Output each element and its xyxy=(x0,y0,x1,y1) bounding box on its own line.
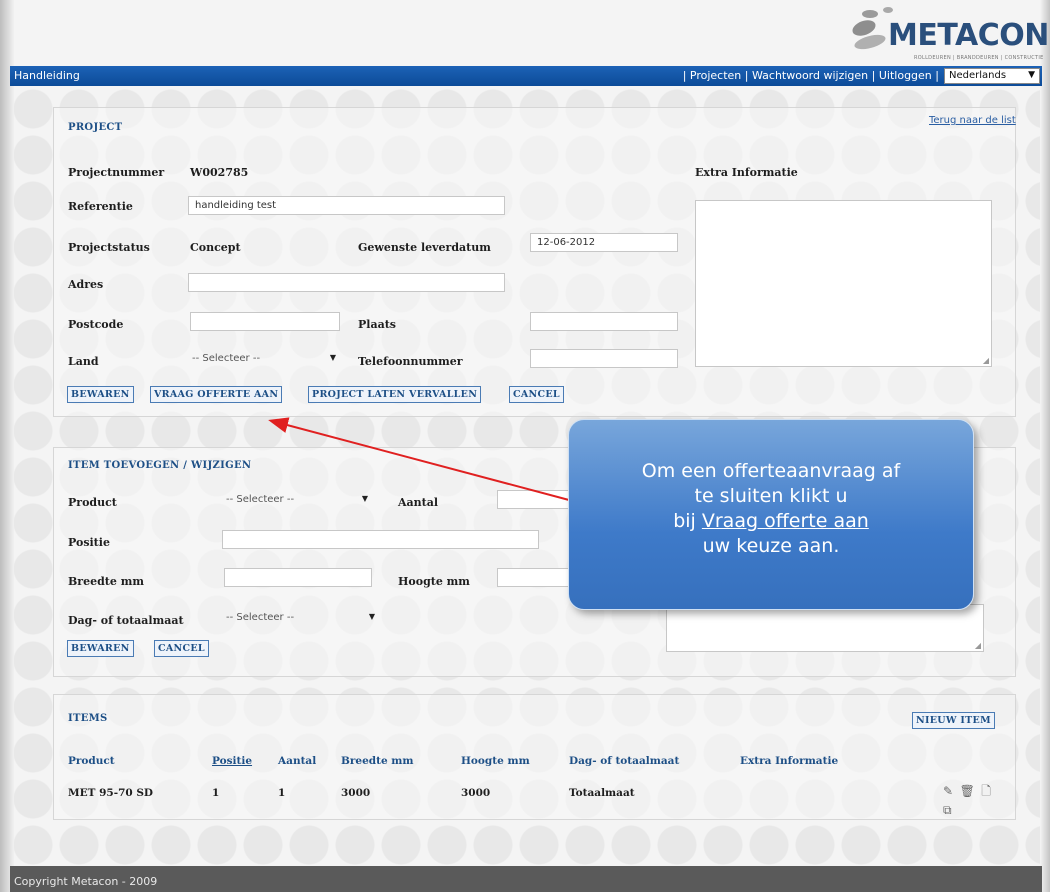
callout-offerte-link-text: Vraag offerte aan xyxy=(701,510,869,532)
callout-line-1: Om een offerteaanvraag af xyxy=(641,460,901,482)
instruction-callout: Om een offerteaanvraag af te sluiten kli… xyxy=(568,419,974,610)
footer: Copyright Metacon - 2009 xyxy=(10,866,1042,892)
copyright-text: Copyright Metacon - 2009 xyxy=(14,875,158,888)
callout-line-3: bij Vraag offerte aan xyxy=(569,509,973,534)
callout-line-4: uw keuze aan. xyxy=(702,535,840,557)
page: METACON ROLLDEUREN | BRANDDEUREN | CONST… xyxy=(0,0,1050,892)
callout-line-3-prefix: bij xyxy=(673,510,702,532)
callout-line-2: te sluiten klikt u xyxy=(694,485,848,507)
